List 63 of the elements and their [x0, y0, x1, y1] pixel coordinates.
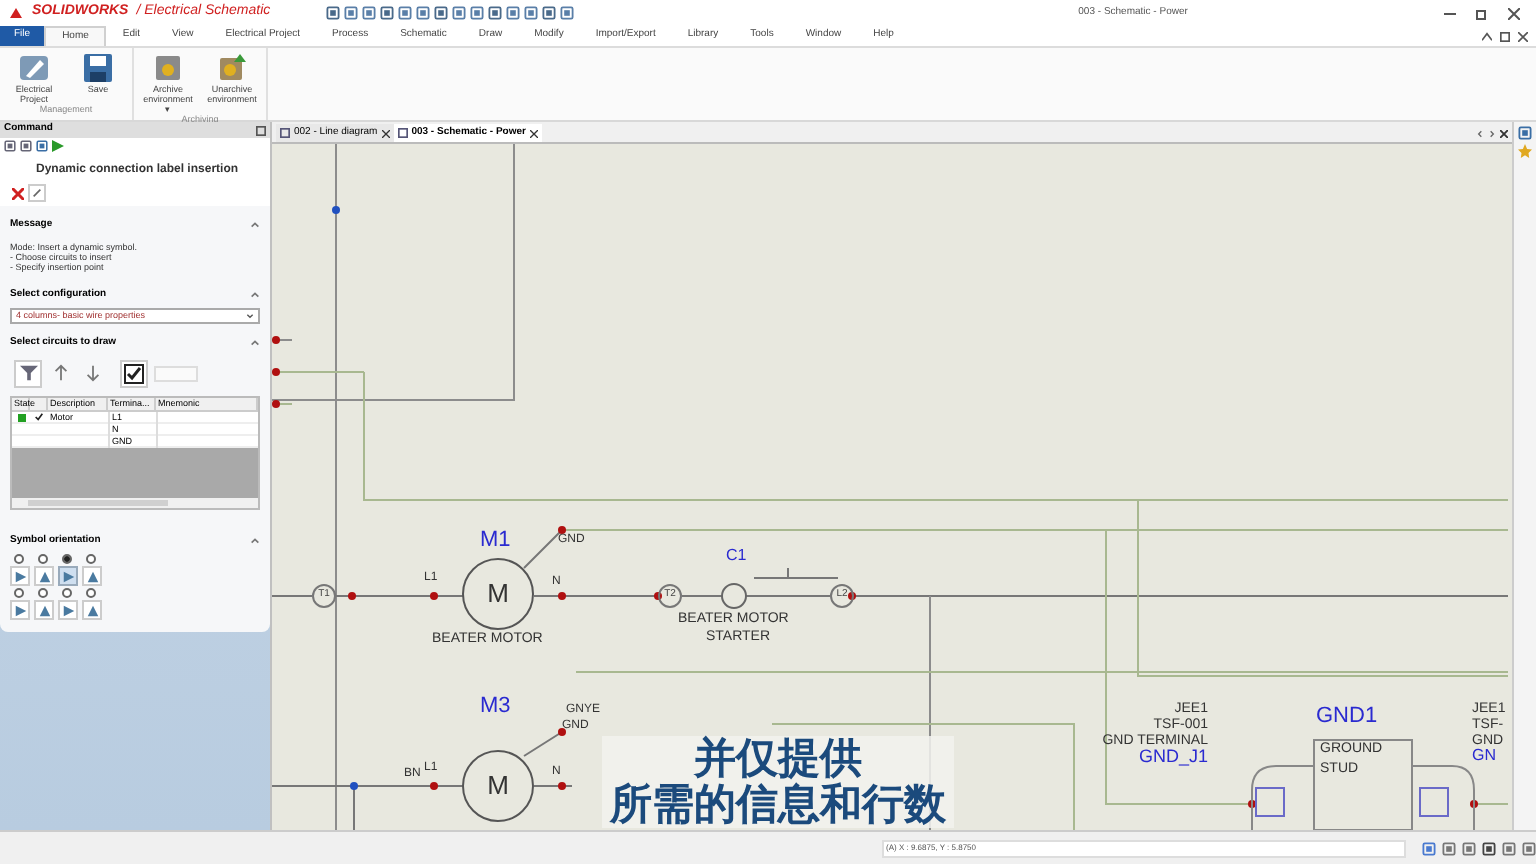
orientation-button[interactable]: [82, 600, 102, 620]
orientation-button[interactable]: [34, 566, 54, 586]
collapse-icon[interactable]: [250, 535, 260, 546]
arrow-down-icon[interactable]: [84, 364, 102, 382]
window-icon[interactable]: [20, 140, 32, 152]
schematic-label: M1: [480, 530, 511, 552]
cancel-icon[interactable]: [12, 188, 24, 200]
minimize-icon[interactable]: [1444, 7, 1456, 19]
scroll-left-icon[interactable]: [1476, 130, 1484, 138]
close-icon[interactable]: [1500, 130, 1508, 138]
restore-icon[interactable]: [1500, 32, 1510, 42]
unarchive-icon: [216, 52, 248, 84]
collapse-icon[interactable]: [1482, 32, 1492, 42]
archive-icon: [152, 52, 184, 84]
orientation-radio[interactable]: [14, 588, 24, 598]
orientation-radio[interactable]: [86, 554, 96, 564]
orientation-radio[interactable]: [38, 554, 48, 564]
star-icon[interactable]: [1518, 144, 1532, 158]
logo-icon: [8, 5, 24, 21]
check-all-button[interactable]: [120, 359, 148, 387]
number-field[interactable]: [154, 365, 198, 381]
orientation-button[interactable]: [10, 566, 30, 586]
motor-symbol: M: [462, 750, 534, 822]
close-icon[interactable]: [1508, 7, 1520, 19]
schematic-label: M3: [480, 696, 511, 718]
sheet-icon: [397, 128, 408, 138]
orientation-button[interactable]: [82, 566, 102, 586]
collapse-icon[interactable]: [250, 289, 260, 300]
state-indicator: [17, 413, 25, 421]
orientation-button[interactable]: [10, 600, 30, 620]
orientation-radio[interactable]: [14, 554, 24, 564]
window-icon[interactable]: [36, 140, 48, 152]
filter-button[interactable]: [14, 359, 42, 387]
sheet-icon: [280, 128, 290, 138]
row-checkbox[interactable]: [34, 412, 44, 422]
subtitle-text: 所需的信息和行数: [610, 782, 946, 828]
motor-symbol: M: [462, 558, 534, 630]
orientation-button[interactable]: [34, 600, 54, 620]
filter-icon: [19, 364, 37, 382]
arrow-up-icon[interactable]: [52, 364, 70, 382]
subtitle-text: 并仅提供: [694, 736, 862, 782]
orientation-radio[interactable]: [62, 554, 72, 564]
checkbox-icon: [124, 363, 144, 383]
collapse-icon[interactable]: [250, 338, 260, 349]
orientation-radio[interactable]: [62, 588, 72, 598]
dropdown-caret-icon: [246, 312, 254, 320]
window-icon[interactable]: [4, 140, 16, 152]
schematic-label: GN: [1472, 748, 1496, 764]
restore-icon[interactable]: [1476, 7, 1488, 19]
orientation-radio[interactable]: [38, 588, 48, 598]
orientation-button[interactable]: [58, 600, 78, 620]
panel-icon[interactable]: [1518, 126, 1532, 140]
collapse-icon[interactable]: [250, 220, 260, 231]
horizontal-scrollbar[interactable]: [12, 497, 258, 507]
pin-button[interactable]: [28, 184, 46, 202]
close-icon: [381, 129, 390, 137]
orientation-radio[interactable]: [86, 588, 96, 598]
scroll-right-icon[interactable]: [1488, 130, 1496, 138]
schematic-label: C1: [726, 548, 747, 564]
schematic-label: GND_J1: [1138, 748, 1208, 766]
close-icon[interactable]: [1518, 32, 1528, 42]
close-icon: [529, 129, 538, 137]
schematic-label: GND1: [1316, 706, 1378, 728]
